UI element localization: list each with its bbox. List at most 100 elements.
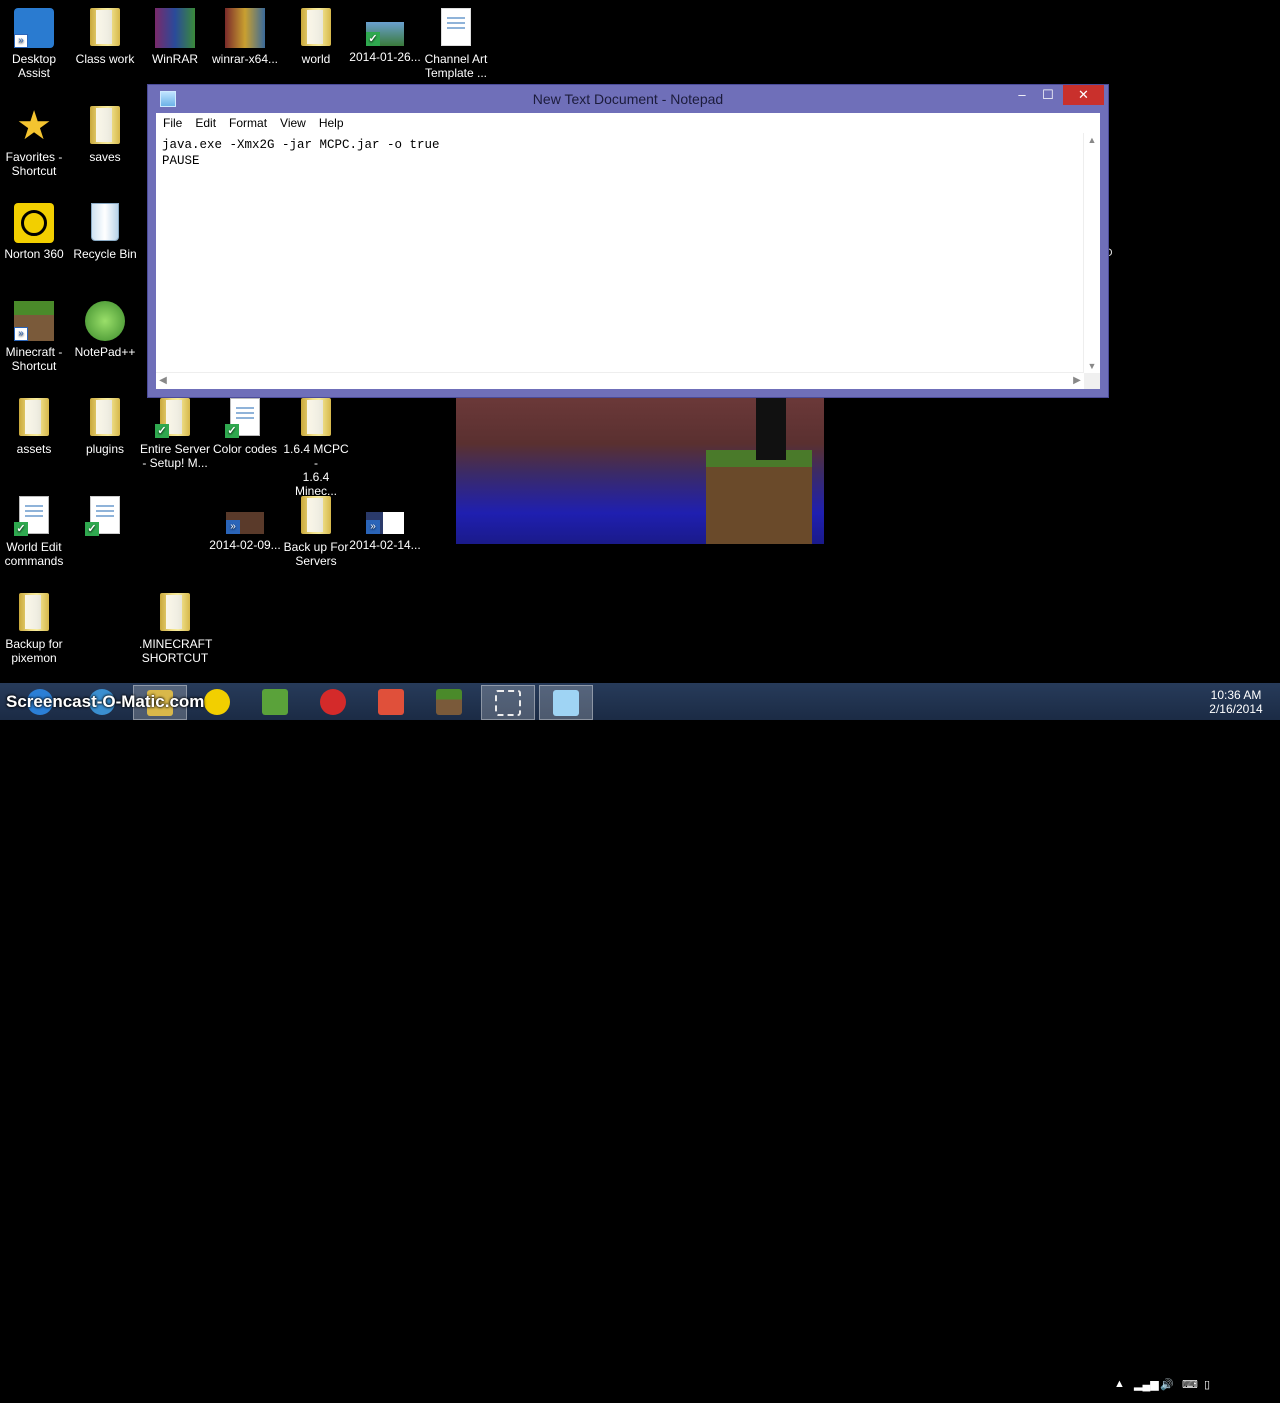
desktop-icon-desktop-assist[interactable]: » Desktop Assist [0, 8, 70, 80]
show-hidden-icons-icon[interactable]: ▲ [1114, 1378, 1125, 1390]
notepad-window[interactable]: New Text Document - Notepad – ☐ ✕ File Ed… [147, 84, 1109, 398]
folder-icon [85, 398, 125, 438]
vertical-scrollbar[interactable]: ▲ ▼ [1083, 133, 1100, 373]
blank-file-icon [436, 8, 476, 48]
desktop-icon-winrar-installer[interactable]: winrar-x64... [209, 8, 281, 66]
desktop-assist-icon: » [14, 8, 54, 48]
menu-help[interactable]: Help [312, 113, 350, 130]
menu-format[interactable]: Format [222, 113, 273, 130]
desktop-icon-backup-pixemon[interactable]: Backup for pixemon [0, 593, 70, 665]
desktop-icon-world[interactable]: world [280, 8, 352, 66]
taskbar-item-minecraft[interactable] [423, 685, 475, 718]
maximize-button[interactable]: ☐ [1036, 85, 1060, 105]
taskbar-item-snipping-tool[interactable] [481, 685, 535, 720]
desktop-icon-recycle-bin[interactable]: Recycle Bin [69, 203, 141, 261]
folder-icon [296, 496, 336, 536]
recycle-bin-icon [85, 203, 125, 243]
folder-icon [85, 106, 125, 146]
desktop-icon-mcpc-164[interactable]: 1.6.4 MCPC - 1.6.4 Minec... [280, 398, 352, 498]
checkmark-icon: ✓ [225, 424, 239, 438]
checkmark-icon: ✓ [155, 424, 169, 438]
norton-icon [204, 689, 230, 715]
grass-block [706, 450, 812, 544]
script-icon: ✓ [85, 496, 125, 536]
shortcut-arrow-icon: » [14, 34, 28, 48]
menu-view[interactable]: View [273, 113, 312, 130]
menu-file[interactable]: File [156, 113, 188, 130]
desktop-icon-winrar[interactable]: WinRAR [139, 8, 211, 66]
battery-icon[interactable]: ▯ [1204, 1378, 1210, 1391]
desktop-icon-class-work[interactable]: Class work [69, 8, 141, 66]
image-icon: ✓ [366, 22, 404, 46]
network-signal-icon[interactable]: ▂▄▆ [1134, 1378, 1159, 1391]
wunderlist-icon [262, 689, 288, 715]
winrar-installer-icon [225, 8, 265, 48]
screencast-watermark: Screencast-O-Matic.com [6, 692, 205, 711]
desktop-icon-favorites[interactable]: ★ Favorites - Shortcut [0, 106, 70, 178]
desktop-icon-assets[interactable]: assets [0, 398, 70, 456]
folder-icon [296, 398, 336, 438]
minecraft-icon: » [14, 301, 54, 341]
folder-icon [14, 593, 54, 633]
desktop-icon-minecraft-shortcut[interactable]: .MINECRAFT SHORTCUT [139, 593, 212, 665]
folder-icon [155, 593, 195, 633]
star-icon: ★ [16, 104, 52, 148]
clock-time: 10:36 AM [1210, 688, 1262, 702]
notepad-icon [553, 690, 579, 716]
checkmark-icon: ✓ [366, 32, 380, 46]
folder-icon: ✓ [155, 398, 195, 438]
notepadpp-icon [85, 301, 125, 341]
close-button[interactable]: ✕ [1063, 85, 1104, 105]
shortcut-arrow-icon: » [14, 327, 28, 341]
minecraft-screenshot-image [456, 390, 824, 544]
desktop-icon-world-edit[interactable]: ✓ World Edit commands [0, 496, 70, 568]
desktop-icon-backup-servers[interactable]: Back up For Servers [280, 496, 352, 568]
desktop-icon-plugins[interactable]: plugins [69, 398, 141, 456]
desktop-icon-minecraft[interactable]: » Minecraft - Shortcut [0, 301, 70, 373]
taskbar-item-notepad[interactable] [539, 685, 593, 720]
folder-icon [85, 8, 125, 48]
scroll-left-icon[interactable]: ◀ [156, 373, 170, 389]
norton-icon [14, 203, 54, 243]
folder-icon [14, 398, 54, 438]
clock-date: 2/16/2014 [1209, 702, 1263, 716]
desktop-icon-notepadpp[interactable]: NotePad++ [69, 301, 141, 359]
minecraft-icon [436, 689, 462, 715]
title-bar[interactable]: New Text Document - Notepad – ☐ ✕ [148, 85, 1108, 113]
desktop-icon-image-2014-01-26[interactable]: ✓ 2014-01-26... [349, 8, 421, 64]
desktop-icon-video-2014-02-09[interactable]: » 2014-02-09... [209, 496, 281, 552]
taskbar-item-wunderlist[interactable] [249, 685, 301, 718]
desktop-icon-channel-art[interactable]: Channel Art Template ... [420, 8, 492, 80]
text-editor-area[interactable]: java.exe -Xmx2G -jar MCPC.jar -o true PA… [156, 133, 1100, 389]
snipping-tool-icon [495, 690, 521, 716]
tunngle-icon [320, 689, 346, 715]
video-icon: » [366, 512, 404, 534]
checkmark-icon: ✓ [85, 522, 99, 536]
clock[interactable]: 10:36 AM 2/16/2014 [1196, 688, 1276, 716]
desktop-icon-script[interactable]: ✓ [69, 496, 141, 540]
scroll-right-icon[interactable]: ▶ [1070, 373, 1084, 389]
minimize-button[interactable]: – [1010, 85, 1034, 105]
resize-grip-icon[interactable] [1084, 373, 1100, 389]
horizontal-scrollbar[interactable]: ◀ ▶ [156, 372, 1084, 389]
desktop-icon-entire-server[interactable]: ✓ Entire Server - Setup! M... [139, 398, 211, 470]
scroll-up-icon[interactable]: ▲ [1084, 133, 1100, 147]
scroll-down-icon[interactable]: ▼ [1084, 359, 1100, 373]
keyboard-icon[interactable]: ⌨ [1182, 1378, 1198, 1391]
todoist-icon [378, 689, 404, 715]
shortcut-arrow-icon: » [226, 520, 240, 534]
menu-edit[interactable]: Edit [188, 113, 222, 130]
editor-text[interactable]: java.exe -Xmx2G -jar MCPC.jar -o true PA… [162, 137, 440, 169]
desktop-icon-saves[interactable]: saves [69, 106, 141, 164]
desktop-icon-norton-360[interactable]: Norton 360 [0, 203, 70, 261]
document-icon: ✓ [14, 496, 54, 536]
video-icon: » [226, 512, 264, 534]
desktop-icon-color-codes[interactable]: ✓ Color codes [209, 398, 281, 456]
document-icon: ✓ [225, 398, 265, 438]
enderman-figure [756, 390, 786, 460]
taskbar-item-tunngle[interactable] [307, 685, 359, 718]
taskbar-item-todoist[interactable] [365, 685, 417, 718]
volume-icon[interactable]: 🔊 [1160, 1378, 1174, 1391]
folder-icon [296, 8, 336, 48]
desktop-icon-video-2014-02-14[interactable]: » 2014-02-14... [349, 496, 421, 552]
